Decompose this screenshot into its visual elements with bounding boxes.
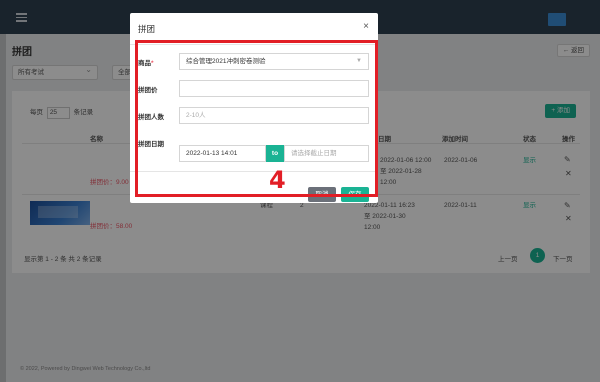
dialog-title: 拼团 <box>138 24 156 34</box>
close-icon[interactable]: × <box>363 21 369 32</box>
scrollbar <box>0 34 6 382</box>
annotation-step-number: 4 <box>269 166 286 194</box>
annotation-highlight-box <box>135 40 378 197</box>
